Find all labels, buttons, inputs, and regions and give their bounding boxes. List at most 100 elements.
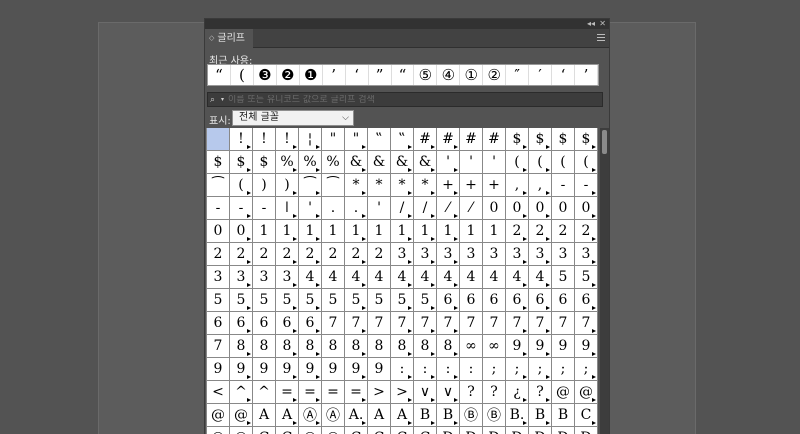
show-select[interactable]: 전체 글꼴 ⌵ xyxy=(232,110,354,126)
grid-scrollbar[interactable] xyxy=(600,128,609,434)
glyph-cell[interactable]: 8 xyxy=(253,335,276,358)
glyph-cell[interactable]: 0 xyxy=(529,197,552,220)
glyph-cell[interactable]: 9 xyxy=(552,335,575,358)
search-icon[interactable]: ⌕ xyxy=(208,95,221,105)
glyph-cell[interactable]: ; xyxy=(552,358,575,381)
glyph-cell[interactable]: + xyxy=(460,174,483,197)
glyph-cell[interactable]: ‟ xyxy=(368,128,391,151)
glyph-cell[interactable]: = xyxy=(322,381,345,404)
glyph-cell[interactable]: ( xyxy=(230,174,253,197)
glyph-cell[interactable]: D xyxy=(552,427,575,434)
glyph-cell[interactable]: $ xyxy=(506,128,529,151)
glyph-cell[interactable]: = xyxy=(276,381,299,404)
recent-glyph-cell[interactable]: ④ xyxy=(437,65,461,85)
glyph-cell[interactable]: ' xyxy=(437,151,460,174)
glyph-cell[interactable]: 0 xyxy=(483,197,506,220)
glyph-cell[interactable]: 0 xyxy=(207,220,230,243)
glyph-cell[interactable]: C xyxy=(575,404,598,427)
glyph-cell[interactable]: 4 xyxy=(368,266,391,289)
glyph-cell[interactable]: © xyxy=(207,427,230,434)
glyph-cell[interactable]: 8 xyxy=(299,335,322,358)
glyph-cell[interactable]: : xyxy=(460,358,483,381)
glyph-cell[interactable]: > xyxy=(391,381,414,404)
glyph-cell[interactable]: % xyxy=(322,151,345,174)
glyph-cell[interactable]: 1 xyxy=(253,220,276,243)
glyph-cell[interactable]: 8 xyxy=(276,335,299,358)
glyph-cell[interactable]: ? xyxy=(460,381,483,404)
glyph-cell[interactable]: $ xyxy=(575,128,598,151)
glyph-cell[interactable]: 9 xyxy=(299,358,322,381)
glyph-cell[interactable]: 7 xyxy=(368,312,391,335)
glyph-cell[interactable]: ; xyxy=(506,358,529,381)
glyph-cell[interactable]: 8 xyxy=(368,335,391,358)
glyph-cell[interactable]: D xyxy=(575,427,598,434)
glyph-cell[interactable]: 7 xyxy=(322,312,345,335)
glyph-cell[interactable]: 5 xyxy=(322,289,345,312)
glyph-cell[interactable]: 4 xyxy=(460,266,483,289)
glyph-cell[interactable]: 3 xyxy=(391,243,414,266)
glyph-cell[interactable]: - xyxy=(552,174,575,197)
glyph-cell[interactable]: 8 xyxy=(230,335,253,358)
glyph-cell[interactable]: 7 xyxy=(506,312,529,335)
glyph-cell[interactable]: 5 xyxy=(230,289,253,312)
recent-glyph-cell[interactable]: ( xyxy=(231,65,254,85)
glyph-cell[interactable]: 5 xyxy=(299,289,322,312)
glyph-cell[interactable]: : xyxy=(391,358,414,381)
glyph-cell[interactable]: ) xyxy=(253,174,276,197)
glyph-cell[interactable]: 1 xyxy=(276,220,299,243)
recent-glyph-cell[interactable]: “ xyxy=(208,65,231,85)
glyph-cell[interactable]: B xyxy=(529,404,552,427)
glyph-cell[interactable]: 7 xyxy=(207,335,230,358)
glyph-cell[interactable]: " xyxy=(322,128,345,151)
tab-glyphs[interactable]: ◇ 글리프 xyxy=(205,29,253,48)
glyph-cell[interactable]: © xyxy=(322,427,345,434)
glyph-cell[interactable]: 9 xyxy=(276,358,299,381)
glyph-cell[interactable]: + xyxy=(437,174,460,197)
glyph-cell[interactable]: 6 xyxy=(299,312,322,335)
glyph-cell[interactable]: & xyxy=(345,151,368,174)
glyph-cell[interactable]: ! xyxy=(230,128,253,151)
glyph-cell[interactable]: 3 xyxy=(552,243,575,266)
glyph-cell[interactable]: 7 xyxy=(437,312,460,335)
recent-glyph-cell[interactable]: ′ xyxy=(529,65,553,85)
glyph-cell[interactable]: 4 xyxy=(299,266,322,289)
glyph-cell[interactable]: 5 xyxy=(368,289,391,312)
glyph-cell[interactable]: 1 xyxy=(322,220,345,243)
glyph-cell[interactable]: 3 xyxy=(253,266,276,289)
glyph-cell[interactable]: @ xyxy=(575,381,598,404)
glyph-cell[interactable]: ( xyxy=(552,151,575,174)
glyph-cell[interactable]: 7 xyxy=(483,312,506,335)
glyph-cell[interactable]: 3 xyxy=(529,243,552,266)
recent-glyph-cell[interactable]: ″ xyxy=(506,65,530,85)
glyph-cell[interactable]: 5 xyxy=(253,289,276,312)
glyph-cell[interactable]: : xyxy=(414,358,437,381)
glyph-cell[interactable]: © xyxy=(299,427,322,434)
glyph-cell[interactable]: 4 xyxy=(345,266,368,289)
glyph-cell[interactable]: B xyxy=(437,404,460,427)
glyph-cell[interactable]: Ⓑ xyxy=(483,404,506,427)
glyph-cell[interactable]: ; xyxy=(575,358,598,381)
glyph-cell[interactable]: 0 xyxy=(506,197,529,220)
glyph-cell[interactable]: 7 xyxy=(345,312,368,335)
glyph-cell[interactable]: Ⓐ xyxy=(322,404,345,427)
chevron-down-icon[interactable]: ▾ xyxy=(221,96,224,103)
recent-glyph-cell[interactable]: ❷ xyxy=(277,65,300,85)
glyph-cell[interactable]: ' xyxy=(299,197,322,220)
glyph-cell[interactable]: 9 xyxy=(345,358,368,381)
glyph-cell[interactable]: " xyxy=(345,128,368,151)
glyph-cell[interactable]: 3 xyxy=(230,266,253,289)
glyph-cell[interactable]: 8 xyxy=(437,335,460,358)
glyph-cell[interactable]: 7 xyxy=(391,312,414,335)
glyph-cell[interactable]: ? xyxy=(529,381,552,404)
glyph-cell[interactable]: 6 xyxy=(230,312,253,335)
glyph-cell[interactable]: ( xyxy=(506,151,529,174)
glyph-cell[interactable]: # xyxy=(483,128,506,151)
glyph-cell[interactable]: - xyxy=(230,197,253,220)
glyph-cell[interactable]: 6 xyxy=(207,312,230,335)
glyph-cell[interactable]: ^ xyxy=(230,381,253,404)
panel-menu-icon[interactable] xyxy=(597,34,605,41)
glyph-cell[interactable]: 4 xyxy=(437,266,460,289)
glyph-search-box[interactable]: ⌕ ▾ xyxy=(207,92,603,107)
glyph-cell[interactable]: $ xyxy=(230,151,253,174)
recent-glyph-cell[interactable]: ② xyxy=(483,65,507,85)
